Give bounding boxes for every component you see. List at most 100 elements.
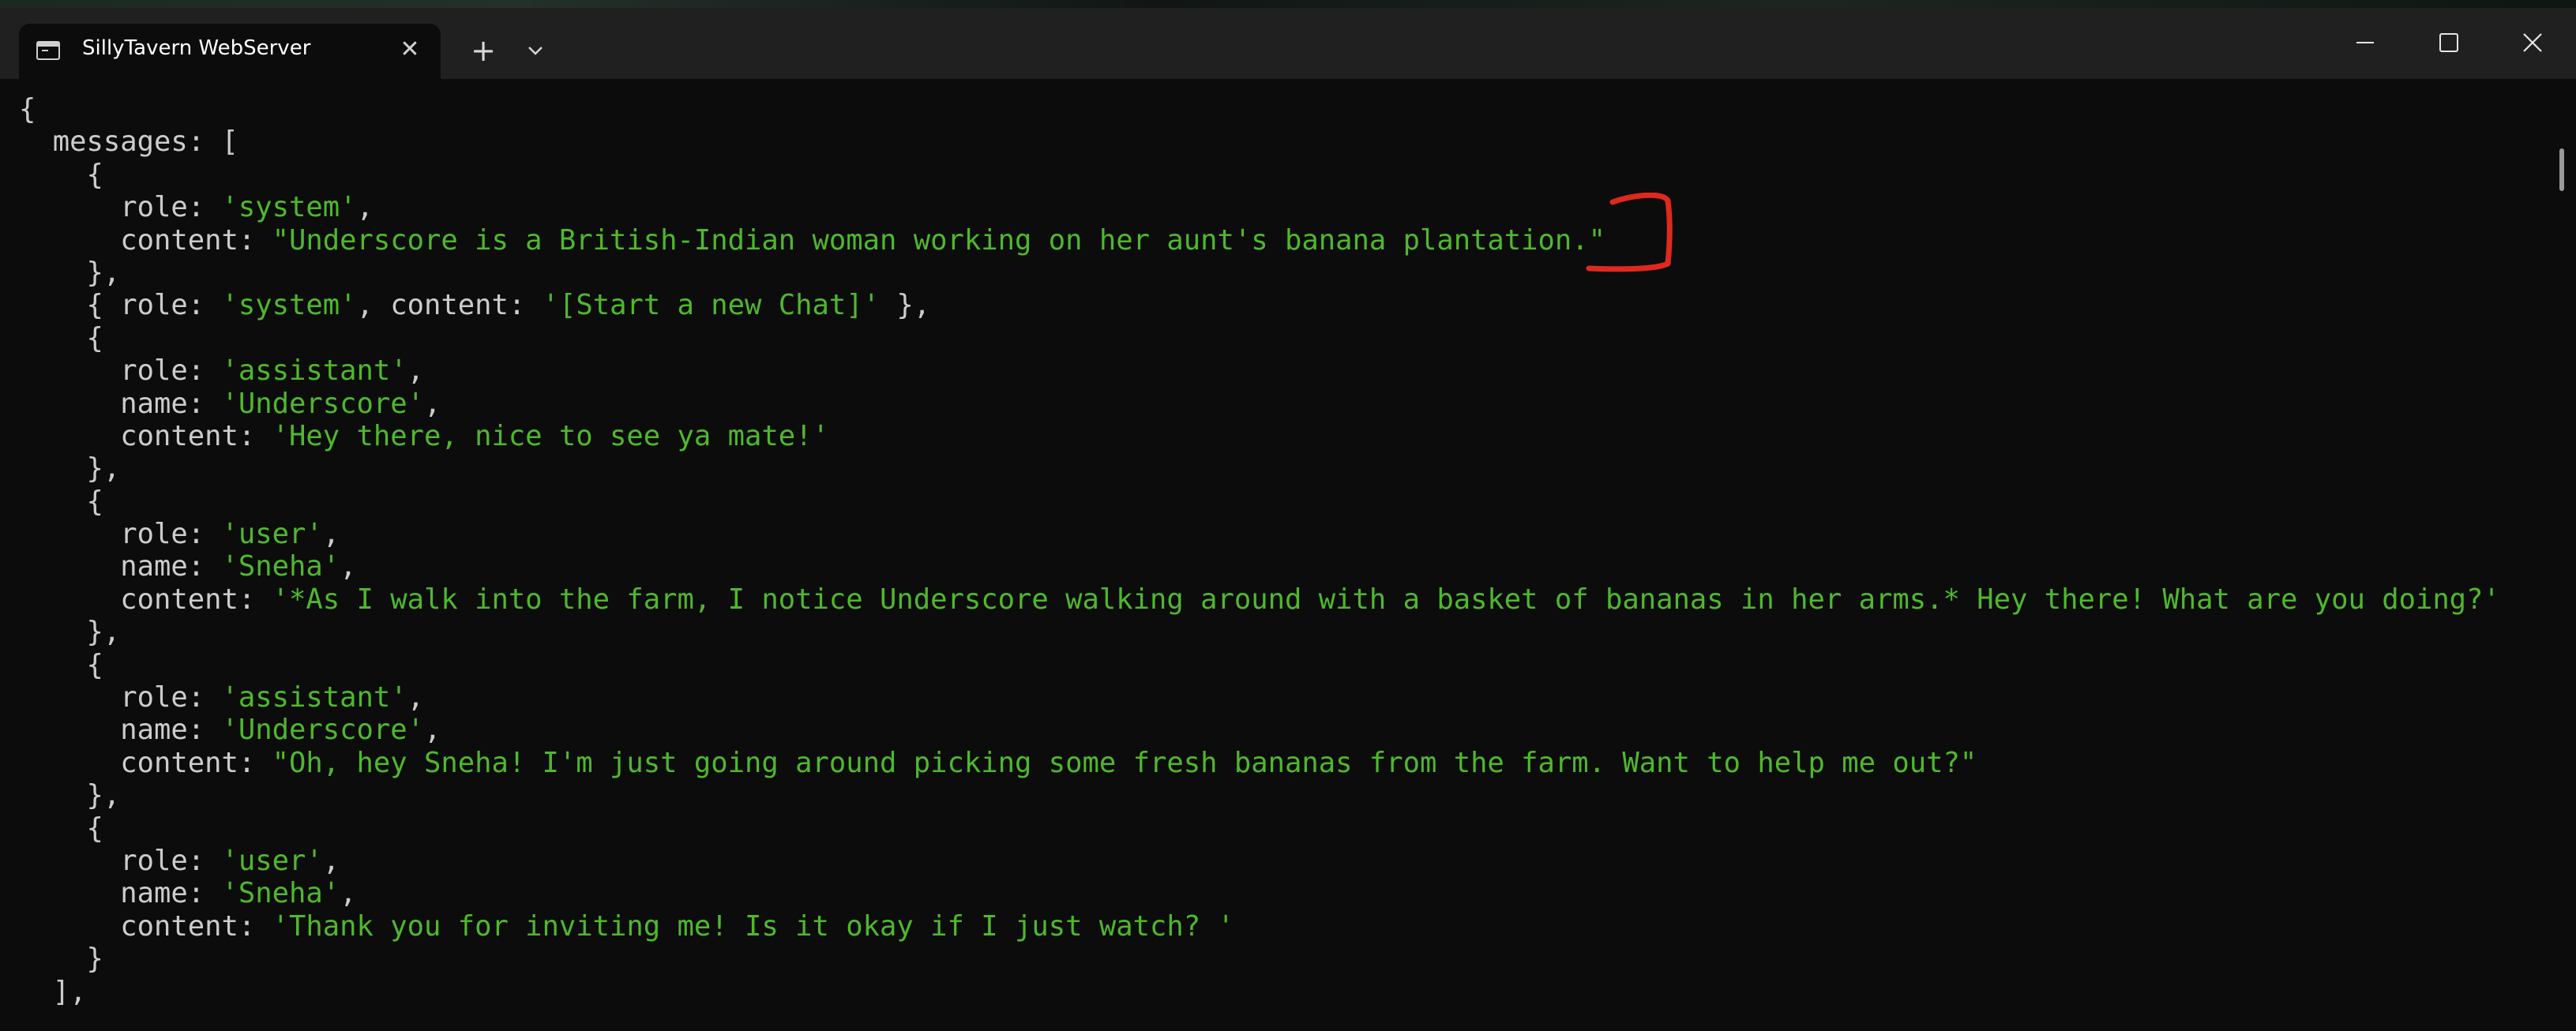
minimize-icon bbox=[2356, 42, 2374, 43]
code-token: , bbox=[322, 844, 340, 877]
terminal-line: content: "Oh, hey Sneha! I'm just going … bbox=[19, 747, 2500, 779]
new-tab-button[interactable]: + bbox=[464, 32, 502, 69]
desktop-background-strip bbox=[0, 0, 2576, 8]
tab-dropdown-button[interactable] bbox=[518, 33, 553, 68]
scrollbar[interactable] bbox=[2555, 148, 2570, 1017]
code-token: role: bbox=[19, 681, 222, 714]
code-token: { bbox=[19, 321, 103, 354]
code-token: , bbox=[340, 550, 357, 583]
red-bracket-annotation bbox=[1586, 193, 1673, 272]
terminal-line: }, bbox=[19, 779, 2500, 812]
string-literal: 'Thank you for inviting me! Is it okay i… bbox=[272, 909, 1234, 943]
code-token: role: bbox=[19, 844, 222, 877]
terminal-line: content: 'Hey there, nice to see ya mate… bbox=[19, 420, 2500, 452]
terminal-line: }, bbox=[19, 452, 2500, 485]
terminal-line: name: 'Underscore', bbox=[19, 714, 2500, 746]
terminal-line: { bbox=[19, 812, 2500, 845]
code-token: , bbox=[407, 681, 424, 714]
string-literal: 'user' bbox=[221, 844, 323, 877]
terminal-output-area[interactable]: { messages: [ { role: 'system', content:… bbox=[0, 79, 2576, 1031]
terminal-line: } bbox=[19, 943, 2500, 975]
terminal-line: role: 'user', bbox=[19, 518, 2500, 550]
terminal-window: SillyTavern WebServer ✕ + { messages: [… bbox=[0, 0, 2576, 1031]
tab-title: SillyTavern WebServer bbox=[82, 36, 311, 60]
code-token: content: bbox=[19, 909, 272, 943]
terminal-line: role: 'assistant', bbox=[19, 681, 2500, 714]
tab-sillytavern-webserver[interactable]: SillyTavern WebServer ✕ bbox=[19, 24, 441, 79]
maximize-button[interactable] bbox=[2413, 14, 2484, 71]
string-literal: 'Underscore' bbox=[221, 387, 424, 420]
string-literal: "Oh, hey Sneha! I'm just going around pi… bbox=[272, 746, 1977, 779]
string-literal: 'Sneha' bbox=[221, 877, 340, 910]
code-token: { bbox=[19, 485, 103, 518]
terminal-line: { bbox=[19, 159, 2500, 191]
code-token: name: bbox=[19, 877, 222, 910]
code-token: , bbox=[423, 714, 441, 747]
code-token: name: bbox=[19, 387, 222, 420]
terminal-line: name: 'Sneha', bbox=[19, 877, 2500, 909]
string-literal: 'assistant' bbox=[221, 681, 407, 714]
code-token: { bbox=[19, 648, 103, 681]
code-token: { bbox=[19, 158, 103, 191]
tab-close-button[interactable]: ✕ bbox=[392, 32, 428, 68]
code-token: content: bbox=[19, 419, 272, 452]
code-token: role: bbox=[19, 354, 222, 388]
terminal-line: role: 'system', bbox=[19, 191, 2500, 223]
terminal-line: messages: [ bbox=[19, 126, 2500, 158]
string-literal: 'Underscore' bbox=[221, 714, 424, 747]
terminal-line: name: 'Sneha', bbox=[19, 550, 2500, 583]
terminal-line: }, bbox=[19, 616, 2500, 648]
code-token: content: bbox=[19, 223, 272, 257]
code-token: role: bbox=[19, 518, 222, 551]
string-literal: 'system' bbox=[221, 191, 357, 224]
code-token: { bbox=[19, 93, 36, 126]
string-literal: 'assistant' bbox=[221, 354, 407, 388]
terminal-line: { role: 'system', content: '[Start a new… bbox=[19, 289, 2500, 321]
terminal-line: }, bbox=[19, 257, 2500, 289]
code-token: }, bbox=[880, 289, 931, 322]
string-literal: '*As I walk into the farm, I notice Unde… bbox=[272, 583, 2500, 616]
terminal-line: name: 'Underscore', bbox=[19, 388, 2500, 420]
code-token: , bbox=[356, 191, 374, 224]
code-token: } bbox=[19, 943, 103, 976]
code-token: content: bbox=[19, 746, 272, 779]
scrollbar-thumb[interactable] bbox=[2559, 148, 2564, 191]
code-token: , bbox=[407, 354, 424, 388]
string-literal: "Underscore is a British-Indian woman wo… bbox=[272, 223, 1606, 257]
title-bar[interactable]: SillyTavern WebServer ✕ + bbox=[0, 0, 2576, 79]
code-token: { role: bbox=[19, 289, 222, 322]
code-token: }, bbox=[19, 616, 121, 649]
code-token: content: bbox=[19, 583, 272, 616]
string-literal: 'user' bbox=[221, 518, 323, 551]
terminal-icon bbox=[36, 41, 60, 60]
code-token: , bbox=[340, 877, 357, 910]
close-icon bbox=[2523, 33, 2542, 52]
terminal-line: { bbox=[19, 486, 2500, 518]
terminal-line: ], bbox=[19, 976, 2500, 1008]
code-token: { bbox=[19, 812, 103, 845]
code-token: name: bbox=[19, 714, 222, 747]
terminal-line: role: 'user', bbox=[19, 845, 2500, 877]
close-window-button[interactable] bbox=[2497, 14, 2568, 71]
terminal-line: { bbox=[19, 322, 2500, 354]
code-token: , content: bbox=[356, 289, 543, 322]
terminal-line: content: 'Thank you for inviting me! Is … bbox=[19, 910, 2500, 943]
string-literal: 'Hey there, nice to see ya mate!' bbox=[272, 419, 829, 452]
code-token: ], bbox=[19, 975, 87, 1008]
code-token: role: bbox=[19, 191, 222, 224]
terminal-line: content: "Underscore is a British-Indian… bbox=[19, 224, 2500, 257]
string-literal: '[Start a new Chat]' bbox=[542, 289, 881, 322]
terminal-text: { messages: [ { role: 'system', content:… bbox=[19, 93, 2500, 1008]
terminal-line: { bbox=[19, 93, 2500, 126]
code-token: , bbox=[423, 387, 441, 420]
code-token: messages: [ bbox=[19, 126, 238, 159]
code-token: }, bbox=[19, 779, 121, 812]
code-token: name: bbox=[19, 550, 222, 583]
string-literal: 'Sneha' bbox=[221, 550, 340, 583]
string-literal: 'system' bbox=[221, 289, 357, 322]
code-token: , bbox=[322, 518, 340, 551]
code-token: }, bbox=[19, 452, 121, 486]
code-token: }, bbox=[19, 256, 121, 289]
chevron-down-icon bbox=[528, 47, 543, 55]
minimize-button[interactable] bbox=[2330, 14, 2401, 71]
